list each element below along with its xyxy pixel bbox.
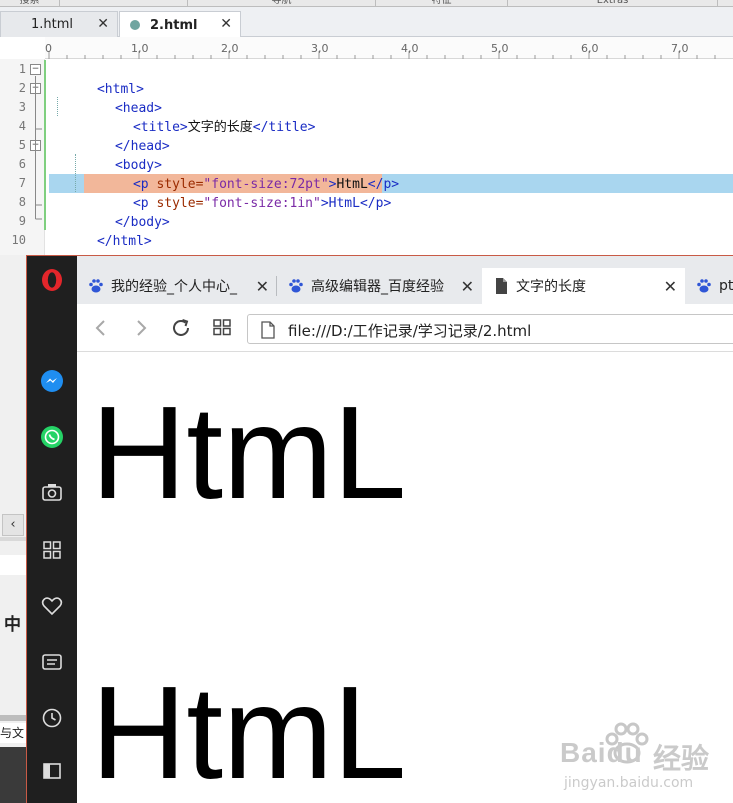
code-token-text: HtmL <box>328 196 360 211</box>
code-line-3: <title>文字的长度</title> <box>86 99 315 135</box>
news-icon[interactable] <box>40 650 64 674</box>
menu-item-search[interactable]: 搜索 <box>0 0 60 7</box>
code-line-8: </body> <box>68 194 170 230</box>
speed-dial-icon[interactable] <box>40 538 64 562</box>
camera-icon[interactable] <box>40 480 64 504</box>
ruler-number: 6,0 <box>581 42 599 55</box>
code-token-tag: </html> <box>96 234 152 249</box>
code-token-tag: > <box>320 196 329 211</box>
editor-tab-label: 2.html <box>150 17 198 33</box>
editor-tab-2-html[interactable]: 2.html ✕ <box>119 11 241 38</box>
url-field[interactable]: file:///D:/工作记录/学习记录/2.html <box>247 314 733 344</box>
ruler-number: 7,0 <box>671 42 689 55</box>
code-editor[interactable]: <html> <head> <title>文字的长度</title> </hea… <box>48 59 733 259</box>
line-number-gutter: 1 2 3 4 5 6 7 8 9 10 − − − <box>0 59 45 259</box>
code-token-tag: </title> <box>252 120 316 135</box>
code-line-4: </head> <box>68 118 170 154</box>
fold-lines <box>35 76 42 220</box>
document-icon <box>496 278 507 294</box>
sliver-text: 与文 <box>0 723 28 743</box>
watermark-site: jingyan.baidu.com <box>564 775 694 791</box>
page-paragraph-72pt: HtmL <box>91 379 407 526</box>
close-icon[interactable]: ✕ <box>256 277 269 296</box>
close-icon[interactable]: ✕ <box>664 277 677 296</box>
messenger-icon[interactable] <box>40 369 64 393</box>
divider <box>0 715 28 721</box>
divider <box>0 537 28 541</box>
code-token-text: 文字的长度 <box>187 120 253 135</box>
speed-dial-grid-icon[interactable] <box>210 316 234 340</box>
heart-icon[interactable] <box>40 594 64 618</box>
url-text: file:///D:/工作记录/学习记录/2.html <box>288 322 532 340</box>
editor-tab-label: 1.html <box>31 17 74 32</box>
browser-tab-advanced-editor[interactable]: 高级编辑器_百度经验 ✕ <box>277 268 482 304</box>
editor-ruler: 0 1,0 2,0 3,0 4,0 5,0 6,0 7,0 <box>45 37 733 59</box>
history-clock-icon[interactable] <box>40 706 64 730</box>
file-page-icon <box>261 321 275 339</box>
reload-icon[interactable] <box>169 316 193 340</box>
browser-sidebar <box>27 256 77 803</box>
code-token-value: "font-size:1in" <box>203 196 321 211</box>
code-line-7: <p style="font-size:1in">HtmL</p> <box>86 175 391 211</box>
whatsapp-icon[interactable] <box>40 425 64 449</box>
code-line-5: <body> <box>68 137 162 173</box>
code-line-2: <head> <box>68 80 162 116</box>
menu-item-extras[interactable]: Extras <box>508 0 718 7</box>
code-line-1: <html> <box>50 61 144 97</box>
editor-menu-strip: 搜索 导航 特征 Extras <box>0 0 733 7</box>
sidebar-toggle-icon[interactable] <box>40 759 64 783</box>
ruler-number: 3,0 <box>311 42 329 55</box>
close-icon[interactable]: ✕ <box>97 16 109 32</box>
ruler-number: 5,0 <box>491 42 509 55</box>
change-indicator-bar <box>44 60 46 230</box>
close-icon[interactable]: ✕ <box>220 16 232 32</box>
ruler-number: 1,0 <box>131 42 149 55</box>
browser-tab-label: 我的经验_个人中心_ <box>111 279 237 295</box>
ruler-number: 2,0 <box>221 42 239 55</box>
browser-tab-text-length[interactable]: 文字的长度 ✕ <box>482 268 685 304</box>
menu-item-navigate[interactable]: 导航 <box>188 0 376 7</box>
forward-icon[interactable] <box>129 316 153 340</box>
browser-tab-label: 文字的长度 <box>516 279 586 295</box>
sliver-dark <box>0 747 28 803</box>
page-paragraph-1in: HtmL <box>91 659 407 803</box>
ruler-number: 4,0 <box>401 42 419 55</box>
baidu-paw-icon <box>697 279 711 293</box>
opera-logo-icon[interactable] <box>40 268 64 292</box>
editor-tab-1-html[interactable]: 1.html ✕ <box>0 11 118 37</box>
baidu-paw-icon <box>289 279 303 293</box>
watermark-cn: 经验 <box>653 742 710 775</box>
screen: 搜索 导航 特征 Extras 1.html ✕ 2.html ✕ 0 1,0 … <box>0 0 733 803</box>
baidu-jingyan-watermark: Baidu 经验 jingyan.baidu.com <box>550 715 733 803</box>
browser-tab-label: pt <box>719 278 733 294</box>
back-icon[interactable] <box>89 316 113 340</box>
close-icon[interactable]: ✕ <box>461 277 474 296</box>
unsaved-dot-icon <box>130 20 140 30</box>
ruler-number: 0 <box>45 42 52 55</box>
sliver-panel <box>0 555 28 575</box>
code-line-9: </html> <box>50 213 152 249</box>
menu-item-features[interactable]: 特征 <box>376 0 508 7</box>
watermark-brand: Baidu <box>560 737 643 768</box>
code-line-6: <p style="font-size:72pt">HtmL</p> <box>86 156 399 192</box>
scroll-left-button[interactable]: ‹ <box>2 514 24 536</box>
browser-tab-label: 高级编辑器_百度经验 <box>311 279 444 295</box>
browser-tab-my-experience[interactable]: 我的经验_个人中心_ ✕ <box>77 268 277 304</box>
browser-tab-strip: 我的经验_个人中心_ ✕ 高级编辑器_百度经验 ✕ 文字的长度 ✕ pt <box>77 256 733 304</box>
browser-tab-pt[interactable]: pt <box>685 268 733 304</box>
code-token-tag: </p> <box>359 196 392 211</box>
address-bar-row: file:///D:/工作记录/学习记录/2.html <box>77 304 733 352</box>
menu-spacer <box>60 0 188 7</box>
baidu-paw-icon <box>89 279 103 293</box>
sliver-heading: 中 <box>4 615 21 635</box>
editor-tab-bar: 1.html ✕ 2.html ✕ <box>0 7 733 38</box>
